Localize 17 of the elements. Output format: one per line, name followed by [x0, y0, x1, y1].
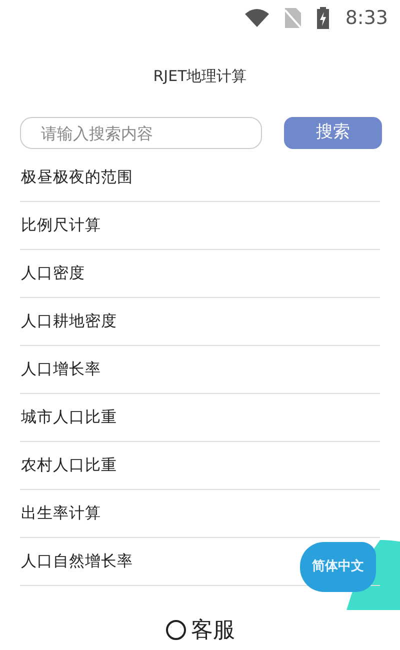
list-item[interactable]: 人口耕地密度 [20, 310, 117, 334]
list-item[interactable]: 农村人口比重 [20, 454, 117, 478]
list-item[interactable]: 人口自然增长率 [20, 550, 133, 574]
list-item[interactable]: 城市人口比重 [20, 406, 117, 430]
list-item[interactable]: 极昼极夜的范围 [20, 166, 133, 190]
list-item[interactable]: 人口增长率 [20, 358, 101, 382]
battery-charging-icon [317, 7, 330, 29]
list-item[interactable]: 人口密度 [20, 262, 85, 286]
app-title: RJET地理计算 [153, 66, 247, 87]
list-item[interactable]: 比例尺计算 [20, 214, 101, 238]
status-time: 8:33 [345, 6, 388, 31]
no-sim-icon [285, 8, 302, 28]
search-field[interactable]: 请输入搜索内容 [20, 117, 262, 149]
support-label[interactable]: 客服 [191, 614, 235, 646]
support-icon [165, 619, 187, 641]
wifi-icon [245, 9, 270, 27]
list-item[interactable]: 出生率计算 [20, 502, 101, 526]
